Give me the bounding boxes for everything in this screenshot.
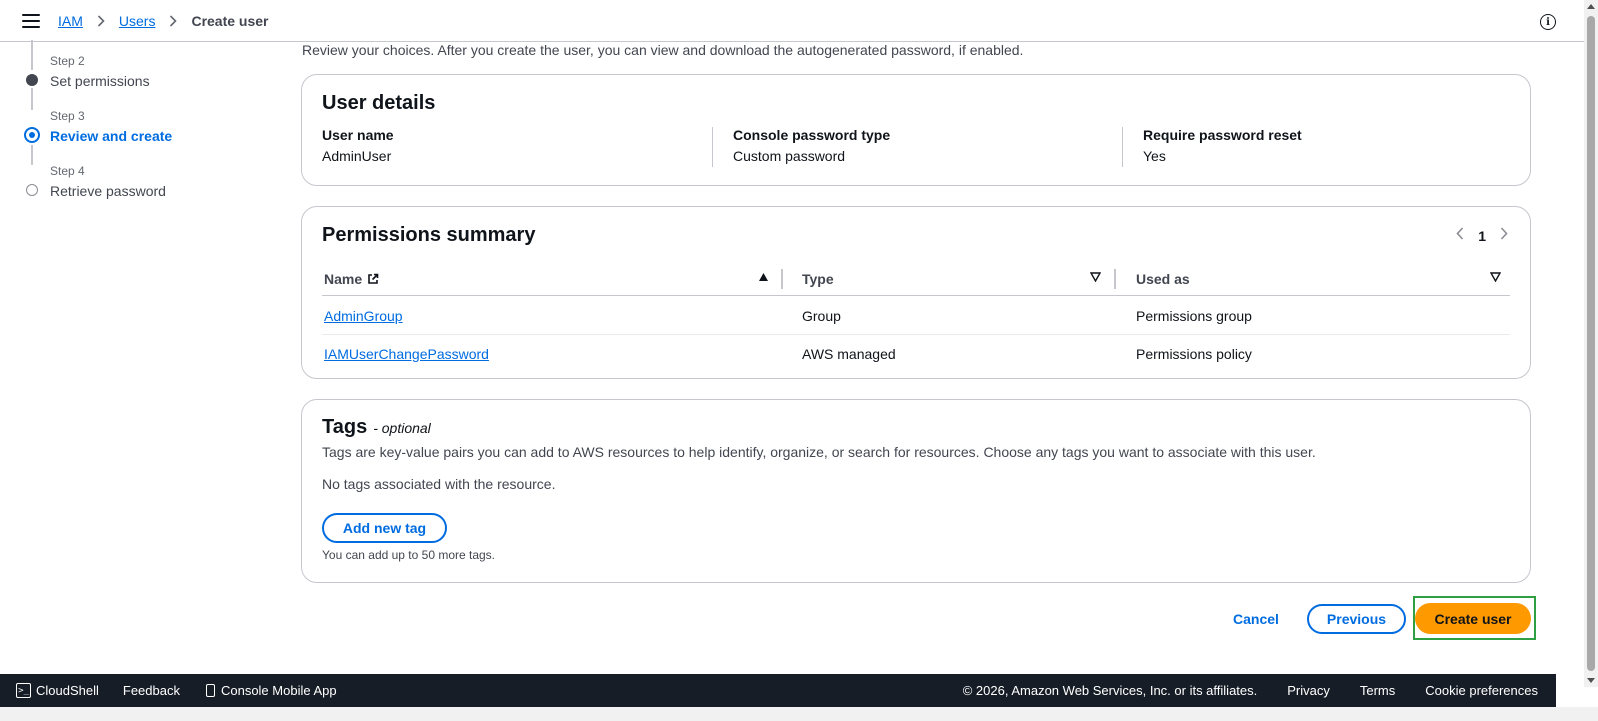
step-number: Step 4 xyxy=(50,164,85,178)
detail-console-password-type: Console password type Custom password xyxy=(712,127,1122,167)
tags-card: Tags - optional Tags are key-value pairs… xyxy=(301,399,1531,583)
sort-icon[interactable] xyxy=(1489,272,1502,285)
horizontal-scrollbar-area xyxy=(0,707,1598,721)
breadcrumb-users[interactable]: Users xyxy=(119,13,156,29)
console-mobile-app-button[interactable]: Console Mobile App xyxy=(205,683,337,698)
sort-icon[interactable] xyxy=(1089,272,1102,285)
detail-label: User name xyxy=(322,127,394,143)
permissions-summary-title: Permissions summary xyxy=(322,224,536,246)
terminal-icon: >_ xyxy=(16,683,31,698)
review-intro-text: Review your choices. After you create th… xyxy=(302,42,1024,58)
previous-button[interactable]: Previous xyxy=(1307,604,1406,634)
mobile-phone-icon xyxy=(205,684,215,697)
terms-link[interactable]: Terms xyxy=(1360,683,1395,698)
permissions-summary-card: Permissions summary 1 Name Type Used as xyxy=(301,206,1531,379)
cloudshell-button[interactable]: >_ CloudShell xyxy=(16,683,99,698)
row-used-as: Permissions group xyxy=(1136,308,1252,324)
table-header: Name Type Used as xyxy=(322,262,1510,296)
no-tags-message: No tags associated with the resource. xyxy=(322,476,556,492)
scroll-down-arrow-icon[interactable] xyxy=(1587,678,1595,683)
step-number: Step 3 xyxy=(50,109,85,123)
console-footer: >_ CloudShell Feedback Console Mobile Ap… xyxy=(0,674,1556,707)
row-type: AWS managed xyxy=(802,346,896,362)
step-title: Review and create xyxy=(50,128,173,144)
column-header-type[interactable]: Type xyxy=(802,262,834,296)
chevron-left-icon[interactable] xyxy=(1456,227,1464,245)
row-used-as: Permissions policy xyxy=(1136,346,1252,362)
table-row: IAMUserChangePassword AWS managed Permis… xyxy=(322,335,1510,373)
step-pending-icon xyxy=(26,184,38,196)
breadcrumb-current: Create user xyxy=(191,12,269,29)
privacy-link[interactable]: Privacy xyxy=(1287,683,1330,698)
add-new-tag-button[interactable]: Add new tag xyxy=(322,513,447,543)
step-review-and-create[interactable]: Step 3 Review and create xyxy=(24,103,264,165)
column-header-name[interactable]: Name xyxy=(324,262,379,296)
policy-link-iamuserchangepassword[interactable]: IAMUserChangePassword xyxy=(324,346,489,362)
feedback-button[interactable]: Feedback xyxy=(123,683,180,698)
detail-value: Custom password xyxy=(733,148,846,164)
table-row: AdminGroup Group Permissions group xyxy=(322,297,1510,335)
cancel-button[interactable]: Cancel xyxy=(1222,604,1290,634)
scroll-up-arrow-icon[interactable] xyxy=(1587,4,1595,9)
pagination: 1 xyxy=(1456,227,1508,245)
step-done-icon xyxy=(26,74,38,86)
detail-label: Require password reset xyxy=(1143,127,1302,143)
detail-value: Yes xyxy=(1143,148,1166,164)
create-user-button[interactable]: Create user xyxy=(1415,603,1531,634)
vertical-scrollbar[interactable] xyxy=(1584,0,1598,687)
cloudshell-label: CloudShell xyxy=(36,683,99,698)
detail-require-password-reset: Require password reset Yes xyxy=(1122,127,1522,167)
column-label: Name xyxy=(324,271,363,287)
user-details-card: User details User name AdminUser Console… xyxy=(301,74,1531,186)
step-number: Step 2 xyxy=(50,54,85,68)
step-set-permissions[interactable]: Step 2 Set permissions xyxy=(24,40,264,110)
step-title: Set permissions xyxy=(50,73,150,89)
top-navigation-bar: IAM Users Create user i xyxy=(0,0,1584,42)
mobile-app-label: Console Mobile App xyxy=(220,683,337,698)
row-type: Group xyxy=(802,308,841,324)
policy-link-admingroup[interactable]: AdminGroup xyxy=(324,308,403,324)
sort-ascending-icon[interactable] xyxy=(758,272,769,285)
detail-value: AdminUser xyxy=(322,148,392,164)
column-divider[interactable] xyxy=(781,269,783,289)
breadcrumb-iam[interactable]: IAM xyxy=(58,13,83,29)
scroll-thumb[interactable] xyxy=(1587,16,1595,671)
page-number[interactable]: 1 xyxy=(1478,228,1486,244)
chevron-right-icon xyxy=(169,14,178,27)
chevron-right-icon[interactable] xyxy=(1500,227,1508,245)
step-title: Retrieve password xyxy=(50,183,166,199)
optional-label: - optional xyxy=(373,420,431,436)
column-header-used-as[interactable]: Used as xyxy=(1136,262,1190,296)
footer-links: © 2026, Amazon Web Services, Inc. or its… xyxy=(963,674,1538,707)
tags-title: Tags xyxy=(322,416,368,438)
step-connector xyxy=(31,40,33,70)
chevron-right-icon xyxy=(97,14,105,27)
tags-description: Tags are key-value pairs you can add to … xyxy=(322,444,1316,460)
external-link-icon xyxy=(367,273,379,285)
wizard-steps: Step 2 Set permissions Step 3 Review and… xyxy=(24,40,264,213)
tags-title-row: Tags - optional xyxy=(322,416,431,439)
tags-limit-hint: You can add up to 50 more tags. xyxy=(322,548,496,562)
step-active-icon xyxy=(24,127,40,143)
detail-label: Console password type xyxy=(733,127,891,143)
copyright-text: © 2026, Amazon Web Services, Inc. or its… xyxy=(962,683,1258,698)
menu-icon[interactable] xyxy=(22,13,40,28)
cookie-preferences-link[interactable]: Cookie preferences xyxy=(1425,683,1538,698)
info-icon[interactable]: i xyxy=(1540,14,1556,30)
column-divider[interactable] xyxy=(1114,269,1116,289)
step-retrieve-password: Step 4 Retrieve password xyxy=(24,158,264,213)
detail-user-name: User name AdminUser xyxy=(302,127,712,167)
user-details-title: User details xyxy=(322,92,436,114)
